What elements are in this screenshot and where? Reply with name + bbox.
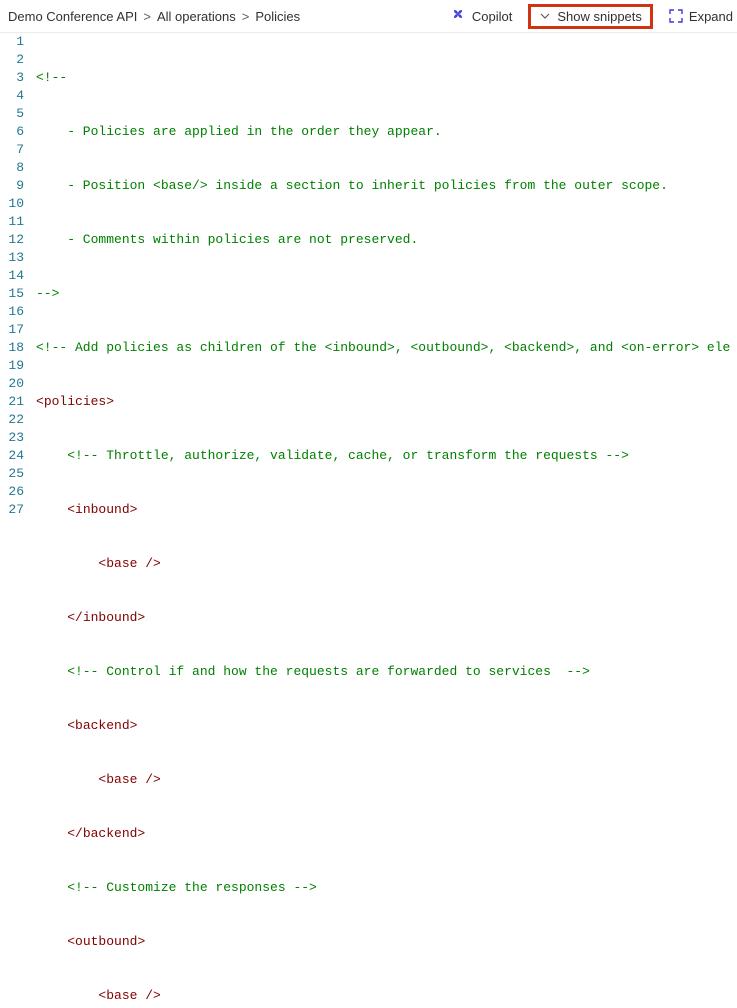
code-line[interactable]: <policies> (36, 393, 730, 411)
line-number: 17 (4, 321, 24, 339)
code-text: policies (44, 393, 106, 411)
line-number: 15 (4, 285, 24, 303)
breadcrumb-item-api[interactable]: Demo Conference API (8, 9, 137, 24)
line-number: 22 (4, 411, 24, 429)
line-number: 21 (4, 393, 24, 411)
breadcrumb-sep: > (242, 9, 250, 24)
code-text: < (36, 771, 106, 789)
code-line[interactable]: <base /> (36, 771, 730, 789)
line-number: 14 (4, 267, 24, 285)
code-content[interactable]: <!-- - Policies are applied in the order… (32, 33, 730, 1008)
code-text: <!-- Throttle, authorize, validate, cach… (36, 447, 629, 465)
line-number: 16 (4, 303, 24, 321)
code-line[interactable]: - Policies are applied in the order they… (36, 123, 730, 141)
breadcrumb-item-policies[interactable]: Policies (255, 9, 300, 24)
code-line[interactable]: <!-- Add policies as children of the <in… (36, 339, 730, 357)
code-text: outbound (75, 933, 137, 951)
line-number: 20 (4, 375, 24, 393)
expand-label: Expand (689, 9, 733, 24)
line-number: 5 (4, 105, 24, 123)
code-text: base (106, 987, 137, 1005)
code-line[interactable]: <base /> (36, 987, 730, 1005)
code-text: < (36, 717, 75, 735)
line-number: 11 (4, 213, 24, 231)
code-text: - Comments within policies are not prese… (36, 231, 418, 249)
code-text: - Position <base/> inside a section to i… (36, 177, 668, 195)
line-number: 23 (4, 429, 24, 447)
code-line[interactable]: - Position <base/> inside a section to i… (36, 177, 730, 195)
code-line[interactable]: <!-- Customize the responses --> (36, 879, 730, 897)
code-text: backend (75, 717, 130, 735)
line-number: 10 (4, 195, 24, 213)
code-text: <!-- Control if and how the requests are… (36, 663, 590, 681)
show-snippets-button[interactable]: Show snippets (528, 4, 653, 29)
code-line[interactable]: <!-- (36, 69, 730, 87)
code-text: > (137, 933, 145, 951)
code-line[interactable]: <backend> (36, 717, 730, 735)
line-number: 12 (4, 231, 24, 249)
breadcrumb-item-operations[interactable]: All operations (157, 9, 236, 24)
line-number: 8 (4, 159, 24, 177)
line-number: 7 (4, 141, 24, 159)
code-text: > (137, 825, 145, 843)
snippets-label: Show snippets (557, 9, 642, 24)
line-number: 6 (4, 123, 24, 141)
code-line[interactable]: - Comments within policies are not prese… (36, 231, 730, 249)
chevron-down-icon (539, 10, 551, 22)
code-text: inbound (83, 609, 138, 627)
code-text: < (36, 393, 44, 411)
code-text: < (36, 555, 106, 573)
code-line[interactable]: <base /> (36, 555, 730, 573)
code-text: /> (137, 555, 160, 573)
code-line[interactable]: <outbound> (36, 933, 730, 951)
code-text: < (36, 987, 106, 1005)
code-text: > (106, 393, 114, 411)
copilot-button[interactable]: Copilot (450, 8, 512, 24)
code-editor[interactable]: 1 2 3 4 5 6 7 8 9 10 11 12 13 14 15 16 1… (0, 32, 737, 1008)
code-text: <!-- (36, 69, 67, 87)
code-text: > (137, 609, 145, 627)
code-text: <!-- Customize the responses --> (36, 879, 317, 897)
code-text: > (130, 717, 138, 735)
copilot-icon (450, 8, 466, 24)
line-number: 2 (4, 51, 24, 69)
breadcrumb: Demo Conference API > All operations > P… (8, 9, 300, 24)
code-text: <!-- Add policies as children of the <in… (36, 339, 730, 357)
code-text: /> (137, 987, 160, 1005)
code-text: backend (83, 825, 138, 843)
code-text: base (106, 555, 137, 573)
line-number: 26 (4, 483, 24, 501)
code-text: --> (36, 285, 59, 303)
code-text: </ (36, 609, 83, 627)
line-number: 13 (4, 249, 24, 267)
line-number: 18 (4, 339, 24, 357)
code-text: /> (137, 771, 160, 789)
code-text: </ (36, 825, 83, 843)
header-bar: Demo Conference API > All operations > P… (0, 0, 737, 32)
code-line[interactable]: </backend> (36, 825, 730, 843)
line-number: 3 (4, 69, 24, 87)
expand-icon (669, 9, 683, 23)
code-text: base (106, 771, 137, 789)
line-number: 24 (4, 447, 24, 465)
expand-button[interactable]: Expand (669, 9, 733, 24)
code-line[interactable]: </inbound> (36, 609, 730, 627)
line-number: 4 (4, 87, 24, 105)
breadcrumb-sep: > (143, 9, 151, 24)
line-number-gutter: 1 2 3 4 5 6 7 8 9 10 11 12 13 14 15 16 1… (0, 33, 32, 1008)
code-line[interactable]: --> (36, 285, 730, 303)
copilot-label: Copilot (472, 9, 512, 24)
code-line[interactable]: <!-- Control if and how the requests are… (36, 663, 730, 681)
line-number: 25 (4, 465, 24, 483)
line-number: 9 (4, 177, 24, 195)
code-text: < (36, 933, 75, 951)
code-text: - Policies are applied in the order they… (36, 123, 442, 141)
line-number: 1 (4, 33, 24, 51)
line-number: 19 (4, 357, 24, 375)
code-line[interactable]: <!-- Throttle, authorize, validate, cach… (36, 447, 730, 465)
toolbar: Copilot Show snippets Expand (450, 4, 737, 29)
